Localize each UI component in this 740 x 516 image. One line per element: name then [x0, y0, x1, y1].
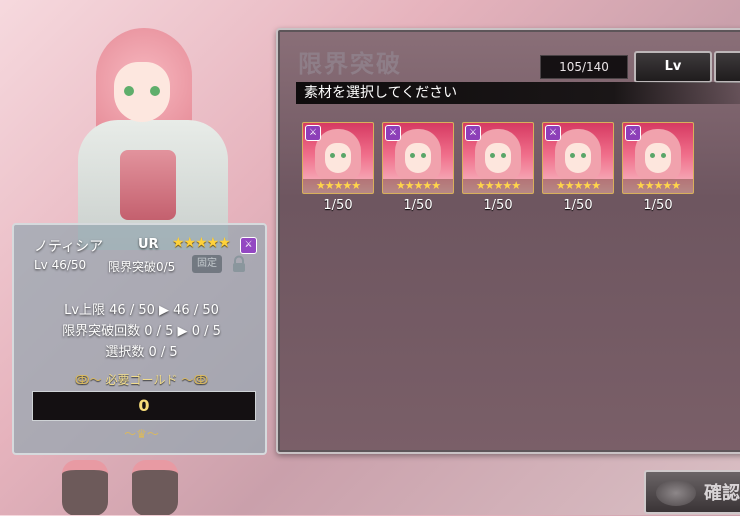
confirm-label: 確認: [704, 483, 740, 504]
ornament-bottom-icon: ～♛～: [124, 427, 159, 441]
lv-cap-stat: Lv上限 46 / 50 ▶ 46 / 50: [64, 303, 219, 318]
material-stars: ★★★★★: [303, 179, 373, 193]
material-card[interactable]: ⚔ ★★★★★ 1/50: [302, 122, 374, 213]
sort-lv-button[interactable]: Lv: [634, 51, 712, 83]
ornament-left-icon: ↂ～: [74, 373, 102, 387]
portrait-eye: [341, 153, 346, 158]
sword-attribute-icon: ⚔: [625, 125, 641, 141]
character-eye-left: [124, 86, 134, 96]
gold-label: 必要ゴールド: [105, 373, 178, 387]
material-portrait: ⚔ ★★★★★: [542, 122, 614, 194]
character-name: ノティシア: [34, 239, 104, 255]
material-stars: ★★★★★: [383, 179, 453, 193]
portrait-eye: [570, 153, 575, 158]
sword-attribute-icon: ⚔: [385, 125, 401, 141]
material-stars: ★★★★★: [463, 179, 533, 193]
rarity-stars: ★★★★★: [172, 235, 231, 251]
material-portrait: ⚔ ★★★★★: [462, 122, 534, 194]
sword-attribute-icon: ⚔: [545, 125, 561, 141]
material-stars: ★★★★★: [623, 179, 693, 193]
material-stars: ★★★★★: [543, 179, 613, 193]
portrait-eye: [650, 153, 655, 158]
confirm-button[interactable]: 確認: [644, 470, 740, 514]
sort-order-button[interactable]: [714, 51, 740, 83]
portrait-face: [325, 143, 351, 173]
ornament-right-icon: ～ↂ: [181, 373, 209, 387]
portrait-face: [405, 143, 431, 173]
character-limit-break: 限界突破0/5: [108, 260, 176, 274]
portrait-eye: [581, 153, 586, 158]
material-portrait: ⚔ ★★★★★: [302, 122, 374, 194]
gold-label-row: ↂ～ 必要ゴールド ～ↂ: [14, 371, 269, 388]
rarity-label: UR: [138, 237, 159, 252]
limit-count-stat: 限界突破回数 0 / 5 ▶ 0 / 5: [62, 324, 221, 339]
material-card[interactable]: ⚔ ★★★★★ 1/50: [462, 122, 534, 213]
material-card[interactable]: ⚔ ★★★★★ 1/50: [622, 122, 694, 213]
portrait-eye: [501, 153, 506, 158]
material-select-panel: 限界突破 105/140 Lv 素材を選択してください ⚔ ★★★★★ 1/50…: [276, 28, 740, 454]
portrait-eye: [410, 153, 415, 158]
sword-attribute-icon: ⚔: [465, 125, 481, 141]
portrait-face: [645, 143, 671, 173]
inventory-count: 105/140: [540, 55, 628, 79]
portrait-eye: [330, 153, 335, 158]
panel-title: 限界突破: [298, 49, 402, 78]
lock-icon[interactable]: [230, 255, 248, 273]
material-level: 1/50: [563, 198, 593, 213]
confirm-emblem-icon: [656, 480, 696, 506]
character-legs: [62, 452, 192, 515]
material-level: 1/50: [643, 198, 673, 213]
material-level: 1/50: [483, 198, 513, 213]
material-level: 1/50: [403, 198, 433, 213]
gold-value: 0: [32, 391, 256, 421]
character-info-panel: ノティシア UR ★★★★★ ⚔ Lv 46/50 限界突破0/5 固定 Lv上…: [12, 223, 267, 455]
material-portrait: ⚔ ★★★★★: [382, 122, 454, 194]
sword-attribute-icon: ⚔: [305, 125, 321, 141]
portrait-eye: [421, 153, 426, 158]
selected-count-stat: 選択数 0 / 5: [105, 345, 178, 360]
portrait-face: [565, 143, 591, 173]
material-portrait: ⚔ ★★★★★: [622, 122, 694, 194]
portrait-eye: [490, 153, 495, 158]
instruction-banner: 素材を選択してください: [296, 82, 740, 104]
material-card[interactable]: ⚔ ★★★★★ 1/50: [542, 122, 614, 213]
character-face: [114, 62, 170, 122]
character-boot-right: [132, 460, 178, 515]
portrait-eye: [661, 153, 666, 158]
character-vest: [120, 150, 176, 220]
sword-attribute-icon: ⚔: [240, 237, 257, 254]
material-card[interactable]: ⚔ ★★★★★ 1/50: [382, 122, 454, 213]
material-level: 1/50: [323, 198, 353, 213]
character-boot-left: [62, 460, 108, 515]
material-list: ⚔ ★★★★★ 1/50 ⚔ ★★★★★ 1/50 ⚔ ★★★★★ 1/50 ⚔…: [302, 122, 740, 222]
character-level: Lv 46/50: [34, 258, 87, 272]
character-eye-right: [150, 86, 160, 96]
portrait-face: [485, 143, 511, 173]
lock-badge[interactable]: 固定: [192, 255, 222, 273]
